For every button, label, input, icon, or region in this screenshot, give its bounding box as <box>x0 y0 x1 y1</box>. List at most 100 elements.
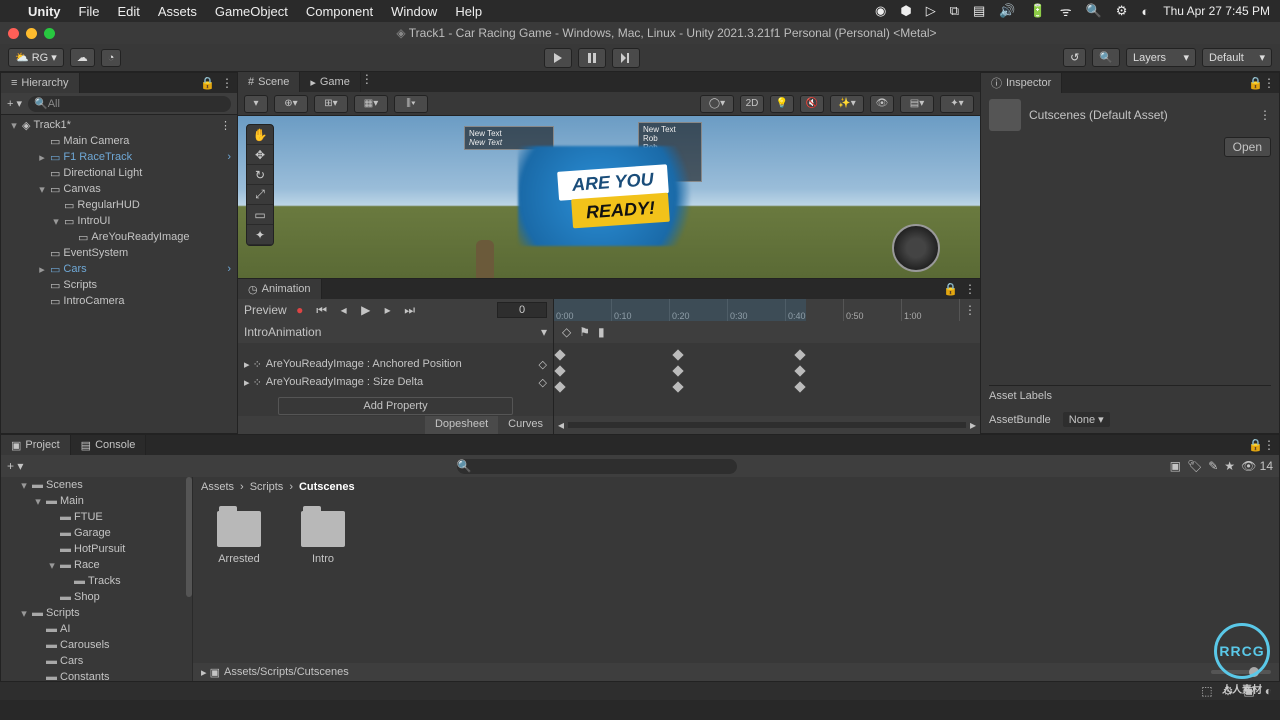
project-tree-item[interactable]: ▾▬Main <box>1 493 192 509</box>
menu-file[interactable]: File <box>79 4 100 19</box>
undo-history-button[interactable]: ↺ <box>1063 48 1086 67</box>
project-tree-item[interactable]: ▾▬Scenes <box>1 477 192 493</box>
speed-gauge[interactable] <box>892 224 940 272</box>
anim-property-row[interactable]: ▸ ⁘ AreYouReadyImage : Size Delta◇ <box>238 373 553 391</box>
add-property-button[interactable]: Add Property <box>278 397 513 415</box>
calendar-icon[interactable]: ▤ <box>973 3 985 19</box>
curves-tab[interactable]: Curves <box>498 416 553 434</box>
spotlight-icon[interactable]: 🔍 <box>1086 3 1102 19</box>
menu-edit[interactable]: Edit <box>117 4 139 19</box>
stage-icon[interactable]: ⧉ <box>950 3 959 19</box>
anim-first-frame[interactable]: ⏮ <box>313 302 331 318</box>
layers-dropdown[interactable]: Layers ▾ <box>1126 48 1196 67</box>
volume-icon[interactable]: 🔊 <box>999 3 1015 19</box>
hierarchy-item[interactable]: ▸▭F1 RaceTrack› <box>1 149 237 165</box>
save-search-icon[interactable]: ✎ <box>1208 459 1218 473</box>
project-tree-item[interactable]: ▬HotPursuit <box>1 541 192 557</box>
rotate-tool[interactable]: ↻ <box>247 165 273 185</box>
pivot-button[interactable]: ⊕▾ <box>274 95 308 113</box>
hierarchy-item[interactable]: ▭Main Camera <box>1 133 237 149</box>
open-asset-button[interactable]: Open <box>1224 137 1271 157</box>
frame-field[interactable] <box>497 302 547 318</box>
project-search[interactable]: 🔍 <box>457 459 737 474</box>
gizmos-button[interactable]: ✦▾ <box>940 95 974 113</box>
account-dropdown[interactable]: ⛅ RG ▾ <box>8 48 64 67</box>
increment-snap-button[interactable]: ⫼▾ <box>394 95 428 113</box>
scale-tool[interactable]: ⤢ <box>247 185 273 205</box>
pause-button[interactable] <box>578 48 606 68</box>
clock[interactable]: Thu Apr 27 7:45 PM <box>1163 4 1270 18</box>
inspector-lock-icon[interactable]: 🔒 <box>1248 76 1263 90</box>
hierarchy-item[interactable]: ▭RegularHUD <box>1 197 237 213</box>
close-window-button[interactable] <box>8 28 19 39</box>
project-tree-item[interactable]: ▬Shop <box>1 589 192 605</box>
animation-menu-icon[interactable]: ⋮ <box>964 282 976 296</box>
scene-viewport[interactable]: ✋ ✥ ↻ ⤢ ▭ ✦ New Text New Text New Text R… <box>238 116 980 278</box>
anim-prev-key[interactable]: ◂ <box>335 302 353 318</box>
draw-mode-button[interactable]: ◯▾ <box>700 95 734 113</box>
version-control-button[interactable]: ◔ <box>101 49 122 67</box>
favorites-icon[interactable]: ★ <box>1224 459 1235 473</box>
hierarchy-item[interactable]: ▭EventSystem <box>1 245 237 261</box>
anim-property-row[interactable]: ▸ ⁘ AreYouReadyImage : Anchored Position… <box>238 355 553 373</box>
move-tool[interactable]: ✥ <box>247 145 273 165</box>
project-tree-scrollbar[interactable] <box>186 477 192 597</box>
visibility-toggle[interactable]: 👁 <box>870 95 894 113</box>
project-tree-item[interactable]: ▬Constants <box>1 669 192 681</box>
breadcrumb-item[interactable]: Scripts <box>250 481 284 493</box>
hierarchy-menu-icon[interactable]: ⋮ <box>221 76 233 90</box>
project-tree-item[interactable]: ▬Tracks <box>1 573 192 589</box>
wifi-icon[interactable]: ᯤ <box>1060 2 1072 20</box>
add-keyframe-button[interactable]: ◇ <box>562 325 571 339</box>
project-tree-item[interactable]: ▬Cars <box>1 653 192 669</box>
timeline-menu-icon[interactable]: ⋮ <box>960 303 980 317</box>
cloud-button[interactable]: ☁ <box>70 48 95 67</box>
maximize-window-button[interactable] <box>44 28 55 39</box>
anim-last-frame[interactable]: ⏭ <box>401 302 419 318</box>
snap-button[interactable]: ⊞▾ <box>314 95 348 113</box>
hierarchy-search[interactable]: 🔍 All <box>28 96 231 112</box>
record-toggle[interactable]: ● <box>291 302 309 318</box>
menu-assets[interactable]: Assets <box>158 4 197 19</box>
control-center-icon[interactable]: ⚙ <box>1116 3 1128 19</box>
search-by-type-icon[interactable]: ▣ <box>1170 459 1181 473</box>
scene-tab[interactable]: # Scene <box>238 72 300 92</box>
play-sys-icon[interactable]: ▷ <box>926 3 936 19</box>
camera-button[interactable]: ▤▾ <box>900 95 934 113</box>
hierarchy-item[interactable]: ▭Directional Light <box>1 165 237 181</box>
step-button[interactable] <box>612 48 640 68</box>
asset-bundle-dropdown[interactable]: None ▾ <box>1063 412 1110 427</box>
menu-gameobject[interactable]: GameObject <box>215 4 288 19</box>
scene-context-icon[interactable]: ⋮ <box>220 119 237 132</box>
timeline-scroll-right[interactable]: ▸ <box>970 418 976 432</box>
tool-dropdown[interactable]: ▾ <box>244 95 268 113</box>
asset-labels-header[interactable]: Asset Labels <box>989 385 1271 406</box>
hierarchy-lock-icon[interactable]: 🔒 <box>200 76 215 90</box>
hierarchy-tree[interactable]: ▾ ◈ Track1* ⋮ ▭Main Camera▸▭F1 RaceTrack… <box>1 115 237 433</box>
status-icon[interactable]: ◐ <box>1265 684 1272 698</box>
status-icon[interactable]: ▣ <box>1243 684 1254 698</box>
timeline-scroll-left[interactable]: ◂ <box>558 418 564 432</box>
animation-lock-icon[interactable]: 🔒 <box>943 282 958 296</box>
project-lock-icon[interactable]: 🔒 <box>1248 438 1263 452</box>
search-button[interactable]: 🔍 <box>1092 48 1120 67</box>
dopesheet-tab[interactable]: Dopesheet <box>425 416 498 434</box>
menu-window[interactable]: Window <box>391 4 437 19</box>
siri-icon[interactable]: ◐ <box>1141 4 1149 19</box>
unity-hub-icon[interactable]: ⬢ <box>900 3 911 19</box>
transform-tool[interactable]: ✦ <box>247 225 273 245</box>
app-name[interactable]: Unity <box>28 4 61 19</box>
breadcrumb-current[interactable]: Cutscenes <box>299 481 355 493</box>
lighting-toggle[interactable]: 💡 <box>770 95 794 113</box>
hierarchy-item[interactable]: ▭Scripts <box>1 277 237 293</box>
project-tree-item[interactable]: ▬Carousels <box>1 637 192 653</box>
hierarchy-item[interactable]: ▾▭IntroUI <box>1 213 237 229</box>
anim-play[interactable]: ▶ <box>357 302 375 318</box>
hidden-count[interactable]: 👁 14 <box>1241 459 1273 473</box>
hierarchy-tab[interactable]: ≡ Hierarchy <box>1 73 80 93</box>
project-tree-item[interactable]: ▬AI <box>1 621 192 637</box>
folder-arrested[interactable]: Arrested <box>211 511 267 565</box>
project-tree-item[interactable]: ▾▬Scripts <box>1 605 192 621</box>
inspector-asset-menu-icon[interactable]: ⋮ <box>1259 108 1271 122</box>
project-tree-item[interactable]: ▬Garage <box>1 525 192 541</box>
